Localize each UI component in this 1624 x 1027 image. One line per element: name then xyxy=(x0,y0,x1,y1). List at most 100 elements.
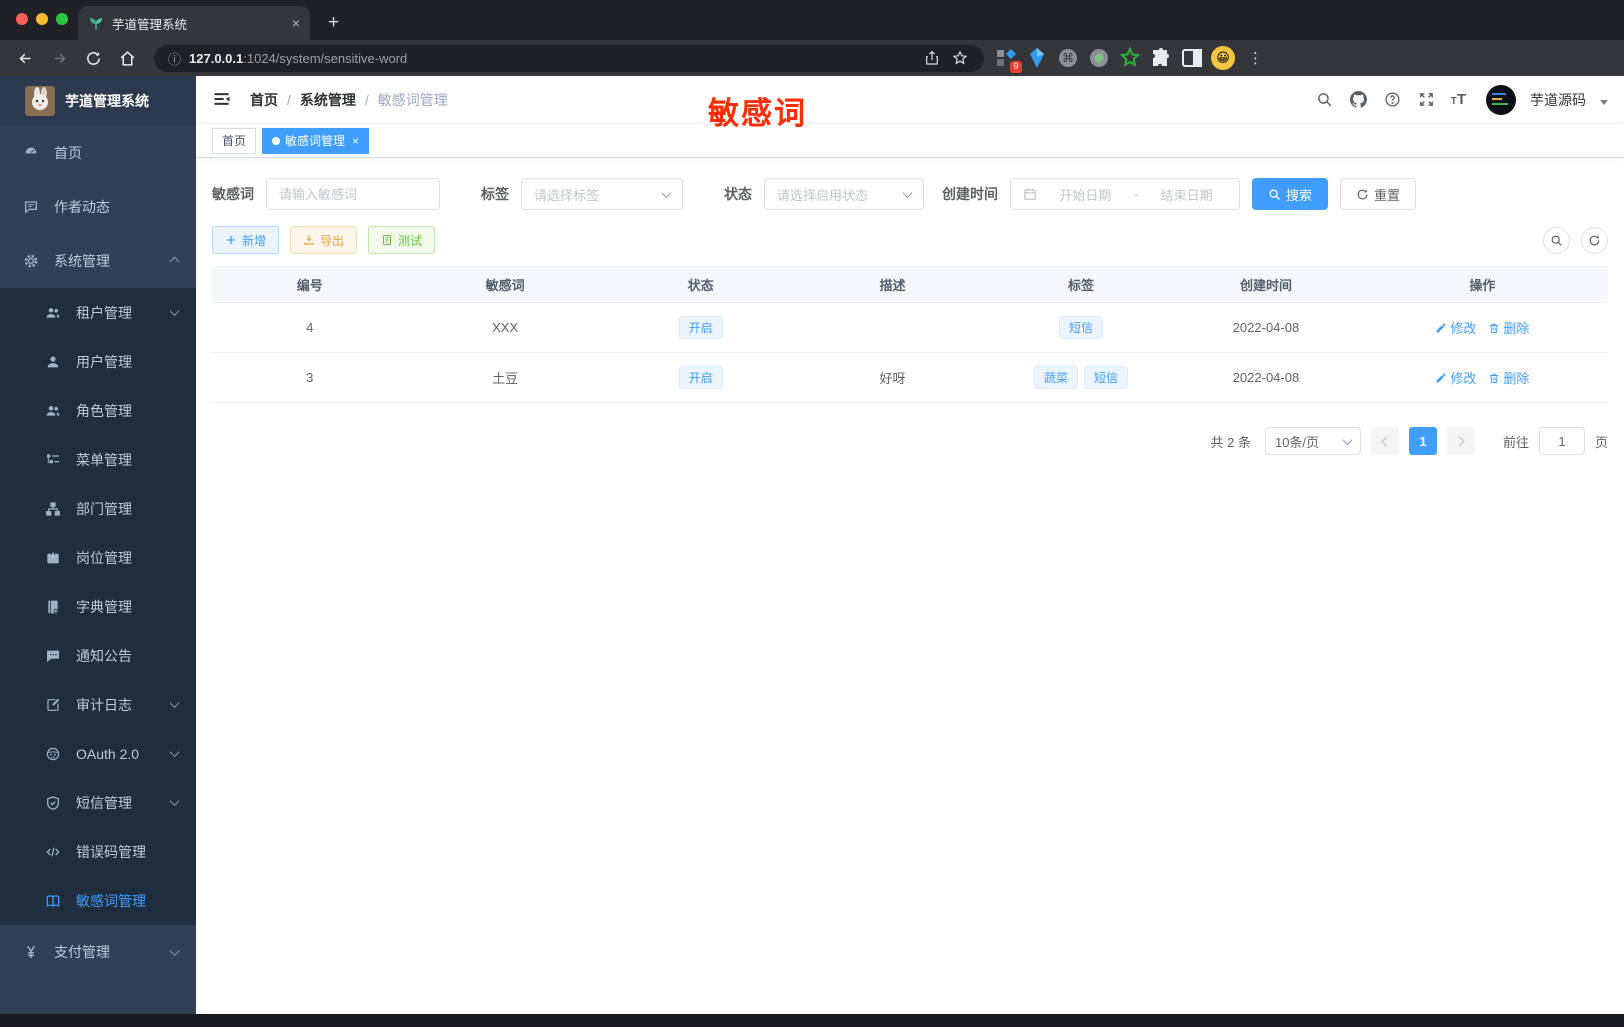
status-select[interactable]: 请选择启用状态 xyxy=(764,178,924,210)
sidebar-item-dept[interactable]: 部门管理 xyxy=(0,484,196,533)
url-path: :1024/system/sensitive-word xyxy=(243,50,408,66)
user-name[interactable]: 芋道源码 xyxy=(1530,90,1586,110)
code-icon xyxy=(44,843,62,861)
edit-button[interactable]: 修改 xyxy=(1435,318,1476,337)
home-icon[interactable] xyxy=(113,44,141,72)
sidebar-item-sensitive-word[interactable]: 敏感词管理 xyxy=(0,876,196,925)
chevron-down-icon xyxy=(169,306,180,317)
window-bottom-edge xyxy=(0,1014,1624,1027)
sidebar-item-sms[interactable]: 短信管理 xyxy=(0,778,196,827)
extension-green-star-icon[interactable] xyxy=(1118,46,1142,70)
sidebar-item-menu[interactable]: 菜单管理 xyxy=(0,435,196,484)
people-icon xyxy=(44,402,62,420)
goto-page-input[interactable] xyxy=(1538,427,1585,455)
site-info-icon[interactable]: ⓘ xyxy=(168,49,181,68)
extension-record-icon[interactable] xyxy=(1087,46,1111,70)
sidebar-item-audit-log[interactable]: 审计日志 xyxy=(0,680,196,729)
sidebar: 芋道管理系统 首页 作者动态 系统管理 租户管理 用户管理 角色管理 菜单管理 部门管理 岗位管… xyxy=(0,76,196,1014)
end-date-placeholder: 结束日期 xyxy=(1160,187,1213,203)
fullscreen-icon[interactable] xyxy=(1417,90,1437,110)
chat-icon xyxy=(22,198,40,216)
sidebar-item-system[interactable]: 系统管理 xyxy=(0,234,196,288)
tab-title: 芋道管理系统 xyxy=(112,17,188,32)
created-label: 创建时间 xyxy=(942,186,998,202)
user-avatar[interactable] xyxy=(1486,84,1516,115)
forward-icon[interactable] xyxy=(45,44,73,72)
sidebar-item-pay[interactable]: 支付管理 xyxy=(0,925,196,979)
keyword-input-wrap xyxy=(266,178,440,210)
cell-word: XXX xyxy=(407,302,603,353)
collapse-sidebar-icon[interactable] xyxy=(212,89,234,111)
sidebar-item-oauth[interactable]: OAuth 2.0 xyxy=(0,729,196,778)
sidebar-item-post[interactable]: 岗位管理 xyxy=(0,533,196,582)
page-number-button[interactable]: 1 xyxy=(1408,427,1437,455)
reload-icon[interactable] xyxy=(79,44,107,72)
chevron-down-icon xyxy=(1342,434,1353,445)
address-bar[interactable]: ⓘ 127.0.0.1 :1024/system/sensitive-word xyxy=(154,44,984,72)
share-icon[interactable] xyxy=(924,50,940,66)
next-page-button[interactable] xyxy=(1446,427,1475,455)
help-icon[interactable] xyxy=(1383,90,1403,110)
chevron-up-icon xyxy=(169,256,180,266)
add-button[interactable]: 新增 xyxy=(212,226,280,254)
tab-close-icon[interactable]: × xyxy=(292,15,300,31)
search-icon[interactable] xyxy=(1315,90,1335,110)
back-icon[interactable] xyxy=(11,44,39,72)
close-icon[interactable]: × xyxy=(352,134,359,148)
new-tab-button[interactable]: + xyxy=(328,13,339,40)
browser-tab[interactable]: 芋道管理系统 × xyxy=(78,6,310,40)
search-button[interactable]: 搜索 xyxy=(1252,178,1329,210)
sidebar-item-role[interactable]: 角色管理 xyxy=(0,386,196,435)
app-logo-rabbit xyxy=(25,86,55,116)
chevron-down-icon xyxy=(661,187,672,198)
font-size-icon[interactable]: TT xyxy=(1451,91,1466,108)
prev-page-button[interactable] xyxy=(1370,427,1399,455)
close-window-button[interactable] xyxy=(16,13,28,25)
keyword-input[interactable] xyxy=(279,186,427,202)
side-panel-icon[interactable] xyxy=(1180,46,1204,70)
chevron-down-icon[interactable] xyxy=(1600,100,1608,105)
sidebar-item-dict[interactable]: 字典管理 xyxy=(0,582,196,631)
refresh-table-button[interactable] xyxy=(1581,226,1608,254)
sidebar-item-user[interactable]: 用户管理 xyxy=(0,337,196,386)
cell-id: 4 xyxy=(212,302,408,353)
breadcrumb-system[interactable]: 系统管理 xyxy=(300,90,356,110)
github-icon[interactable] xyxy=(1349,90,1369,110)
export-button[interactable]: 导出 xyxy=(290,226,358,254)
bookmark-star-icon[interactable] xyxy=(952,50,968,66)
zoom-window-button[interactable] xyxy=(56,13,68,25)
extension-kite-icon[interactable] xyxy=(1025,46,1049,70)
extension-grid-icon[interactable]: 9 xyxy=(994,46,1022,73)
browser-menu-icon[interactable]: ⋮ xyxy=(1248,49,1263,67)
sidebar-item-error-code[interactable]: 错误码管理 xyxy=(0,827,196,876)
browser-profile-avatar[interactable]: 😀 xyxy=(1211,46,1235,70)
delete-button[interactable]: 删除 xyxy=(1488,318,1529,337)
status-label: 状态 xyxy=(724,186,752,202)
edit-button[interactable]: 修改 xyxy=(1435,368,1476,387)
app-logo-row[interactable]: 芋道管理系统 xyxy=(0,76,196,126)
minimize-window-button[interactable] xyxy=(36,13,48,25)
tag-tab-sensitive-word[interactable]: 敏感词管理 × xyxy=(262,127,370,154)
pagination-total: 共 2 条 xyxy=(1210,434,1251,450)
table-header-cell: 编号 xyxy=(212,266,408,303)
page-size-select[interactable]: 10条/页 xyxy=(1264,427,1361,455)
test-button[interactable]: 测试 xyxy=(368,226,436,254)
sensitive-word-table: 编号 敏感词 状态 描述 标签 创建时间 操作 4 XXX 开启 短信 2022-04-08 修改 删除… xyxy=(212,266,1608,403)
dashboard-icon xyxy=(22,144,40,162)
tag-select[interactable]: 请选择标签 xyxy=(521,178,683,210)
delete-button[interactable]: 删除 xyxy=(1488,368,1529,387)
tag-label: 标签 xyxy=(481,186,509,202)
show-search-toggle-button[interactable] xyxy=(1543,226,1570,254)
sidebar-item-author-news[interactable]: 作者动态 xyxy=(0,180,196,234)
sidebar-item-tenant[interactable]: 租户管理 xyxy=(0,288,196,337)
tag-tab-home[interactable]: 首页 xyxy=(212,127,257,154)
filter-form: 敏感词 标签 请选择标签 状态 请选择启用状态 创建时间 xyxy=(212,178,1608,210)
sidebar-item-notice[interactable]: 通知公告 xyxy=(0,631,196,680)
breadcrumb-home[interactable]: 首页 xyxy=(250,90,278,110)
table-row: 3 土豆 开启 好呀 蔬菜 短信 2022-04-08 修改 删除 xyxy=(212,352,1608,403)
reset-button[interactable]: 重置 xyxy=(1340,178,1417,210)
extensions-puzzle-icon[interactable] xyxy=(1149,46,1173,70)
extension-command-icon[interactable]: ⌘ xyxy=(1056,46,1080,70)
sidebar-item-home[interactable]: 首页 xyxy=(0,126,196,180)
date-range-picker[interactable]: 开始日期 - 结束日期 xyxy=(1010,178,1240,210)
